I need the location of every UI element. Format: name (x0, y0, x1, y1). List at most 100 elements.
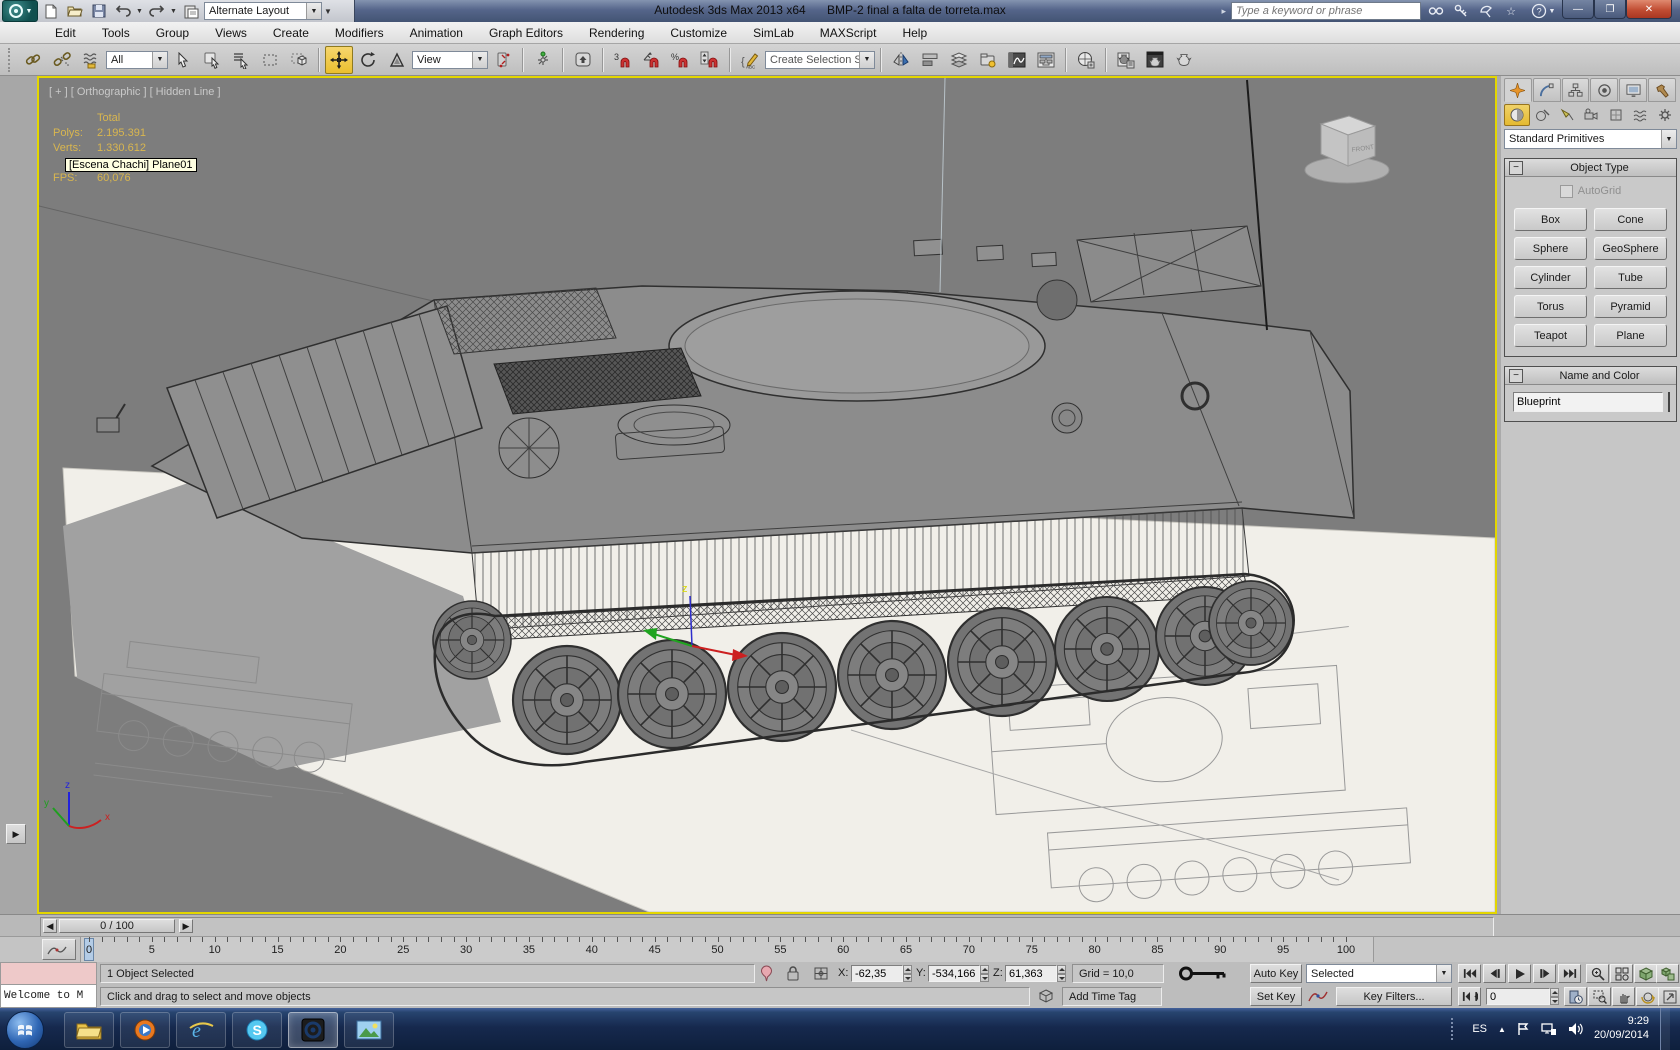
object-color-swatch[interactable] (1668, 392, 1670, 412)
language-indicator[interactable]: ES (1472, 1023, 1487, 1035)
object-type-rollout-header[interactable]: − Object Type (1505, 159, 1676, 177)
project-folder-icon[interactable] (180, 2, 202, 20)
undo-dropdown[interactable]: ▼ (136, 8, 144, 15)
create-plane-button[interactable]: Plane (1594, 324, 1667, 347)
menu-edit[interactable]: Edit (42, 23, 89, 43)
autogrid-checkbox[interactable] (1559, 184, 1573, 198)
select-object-icon[interactable] (169, 46, 197, 74)
mirror-icon[interactable] (887, 46, 915, 74)
select-and-rotate-icon[interactable] (354, 46, 382, 74)
play-button[interactable] (1508, 964, 1531, 983)
menu-maxscript[interactable]: MAXScript (807, 23, 890, 43)
open-file-icon[interactable] (64, 2, 86, 20)
viewport-tab-arrow-button[interactable]: ▶ (6, 824, 26, 844)
edit-named-selection-sets-icon[interactable]: {ABC (736, 46, 764, 74)
create-torus-button[interactable]: Torus (1514, 295, 1587, 318)
maximize-button[interactable]: ❐ (1594, 0, 1626, 19)
macro-recorder-field[interactable] (0, 962, 97, 985)
category-spacewarps[interactable] (1628, 105, 1652, 125)
tab-display[interactable] (1619, 78, 1648, 102)
toolbar-overflow[interactable]: ▼ (324, 7, 336, 16)
workspace-selector[interactable]: Alternate Layout ▼ (204, 2, 322, 20)
tab-utilities[interactable] (1648, 78, 1676, 102)
menu-tools[interactable]: Tools (89, 23, 143, 43)
taskbar-image-viewer-icon[interactable] (344, 1012, 394, 1048)
z-coordinate-input[interactable] (1005, 965, 1057, 982)
save-file-icon[interactable] (88, 2, 110, 20)
new-scene-icon[interactable] (40, 2, 62, 20)
volume-icon[interactable] (1568, 1022, 1583, 1036)
menu-simlab[interactable]: SimLab (740, 23, 807, 43)
category-lights[interactable] (1555, 105, 1579, 125)
add-time-tag[interactable]: Add Time Tag (1062, 987, 1162, 1006)
use-pivot-center-icon[interactable] (489, 46, 517, 74)
tab-create[interactable] (1504, 78, 1532, 102)
layer-manager-icon[interactable] (945, 46, 973, 74)
zoom-viewport-icon[interactable] (1586, 964, 1609, 983)
close-button[interactable]: ✕ (1626, 0, 1672, 19)
minimize-button[interactable]: — (1562, 0, 1594, 19)
rectangular-selection-region-icon[interactable] (256, 46, 284, 74)
create-geosphere-button[interactable]: GeoSphere (1594, 237, 1667, 260)
z-spinner[interactable] (1057, 965, 1066, 982)
schematic-view-icon[interactable] (1032, 46, 1060, 74)
window-crossing-toggle-icon[interactable] (285, 46, 313, 74)
create-box-button[interactable]: Box (1514, 208, 1587, 231)
help-icon[interactable]: ? ▼ (1526, 2, 1560, 20)
taskbar-explorer-icon[interactable] (64, 1012, 114, 1048)
time-slider-track[interactable]: ◀ 0 / 100 ▶ (40, 917, 1494, 937)
y-coordinate-input[interactable] (928, 965, 980, 982)
category-geometry[interactable] (1504, 104, 1531, 126)
search-icon[interactable] (1426, 2, 1446, 20)
select-and-scale-icon[interactable] (383, 46, 411, 74)
taskbar-media-player-icon[interactable] (120, 1012, 170, 1048)
menu-graph-editors[interactable]: Graph Editors (476, 23, 576, 43)
orbit-icon[interactable] (1636, 987, 1659, 1006)
render-setup-icon[interactable] (1112, 46, 1140, 74)
taskbar-internet-explorer-icon[interactable]: e (176, 1012, 226, 1048)
infocenter-collapse-icon[interactable]: ▸ (1221, 6, 1226, 17)
spinner-snap-icon[interactable] (696, 46, 724, 74)
x-spinner[interactable] (903, 965, 912, 982)
name-color-rollout-header[interactable]: − Name and Color (1505, 367, 1676, 385)
render-production-icon[interactable] (1170, 46, 1198, 74)
goto-start-button[interactable] (1458, 964, 1481, 983)
search-input[interactable] (1231, 2, 1421, 20)
next-frame-arrow[interactable]: ▶ (179, 919, 193, 933)
unlink-selection-icon[interactable] (48, 46, 76, 74)
maxscript-listener-field[interactable]: Welcome to M (0, 985, 97, 1008)
create-cylinder-button[interactable]: Cylinder (1514, 266, 1587, 289)
subscription-key-icon[interactable] (1451, 2, 1471, 20)
redo-icon[interactable] (146, 2, 168, 20)
previous-frame-button[interactable] (1483, 964, 1506, 983)
menu-views[interactable]: Views (202, 23, 260, 43)
bind-to-spacewarp-icon[interactable] (77, 46, 105, 74)
select-and-link-icon[interactable] (19, 46, 47, 74)
action-center-flag-icon[interactable] (1517, 1022, 1530, 1036)
toolbar-grip[interactable] (8, 47, 14, 72)
keyboard-shortcut-override-icon[interactable] (569, 46, 597, 74)
snap-toggle-3d-icon[interactable]: 3 (609, 46, 637, 74)
select-and-manipulate-icon[interactable] (529, 46, 557, 74)
tab-modify[interactable] (1532, 78, 1561, 102)
object-name-input[interactable] (1513, 392, 1663, 412)
redo-dropdown[interactable]: ▼ (170, 8, 178, 15)
menu-customize[interactable]: Customize (657, 23, 740, 43)
selection-lock-icon[interactable] (786, 966, 800, 984)
undo-icon[interactable] (112, 2, 134, 20)
maximize-viewport-icon[interactable] (1658, 987, 1680, 1006)
goto-end-button[interactable] (1558, 964, 1581, 983)
viewport-canvas[interactable]: z z y x FRONT (39, 78, 1495, 912)
key-mode-toggle-button[interactable] (1458, 987, 1481, 1006)
auto-key-button[interactable]: Auto Key (1250, 964, 1302, 983)
menu-create[interactable]: Create (260, 23, 322, 43)
percent-snap-icon[interactable]: % (667, 46, 695, 74)
network-icon[interactable] (1541, 1022, 1557, 1036)
show-desktop-button[interactable] (1660, 1008, 1670, 1050)
select-and-move-icon[interactable] (325, 45, 353, 74)
category-shapes[interactable] (1530, 105, 1554, 125)
pan-hand-icon[interactable] (1612, 987, 1635, 1006)
curve-editor-icon[interactable] (1003, 46, 1031, 74)
start-button[interactable] (6, 1011, 44, 1049)
zoom-all-icon[interactable] (1610, 964, 1633, 983)
